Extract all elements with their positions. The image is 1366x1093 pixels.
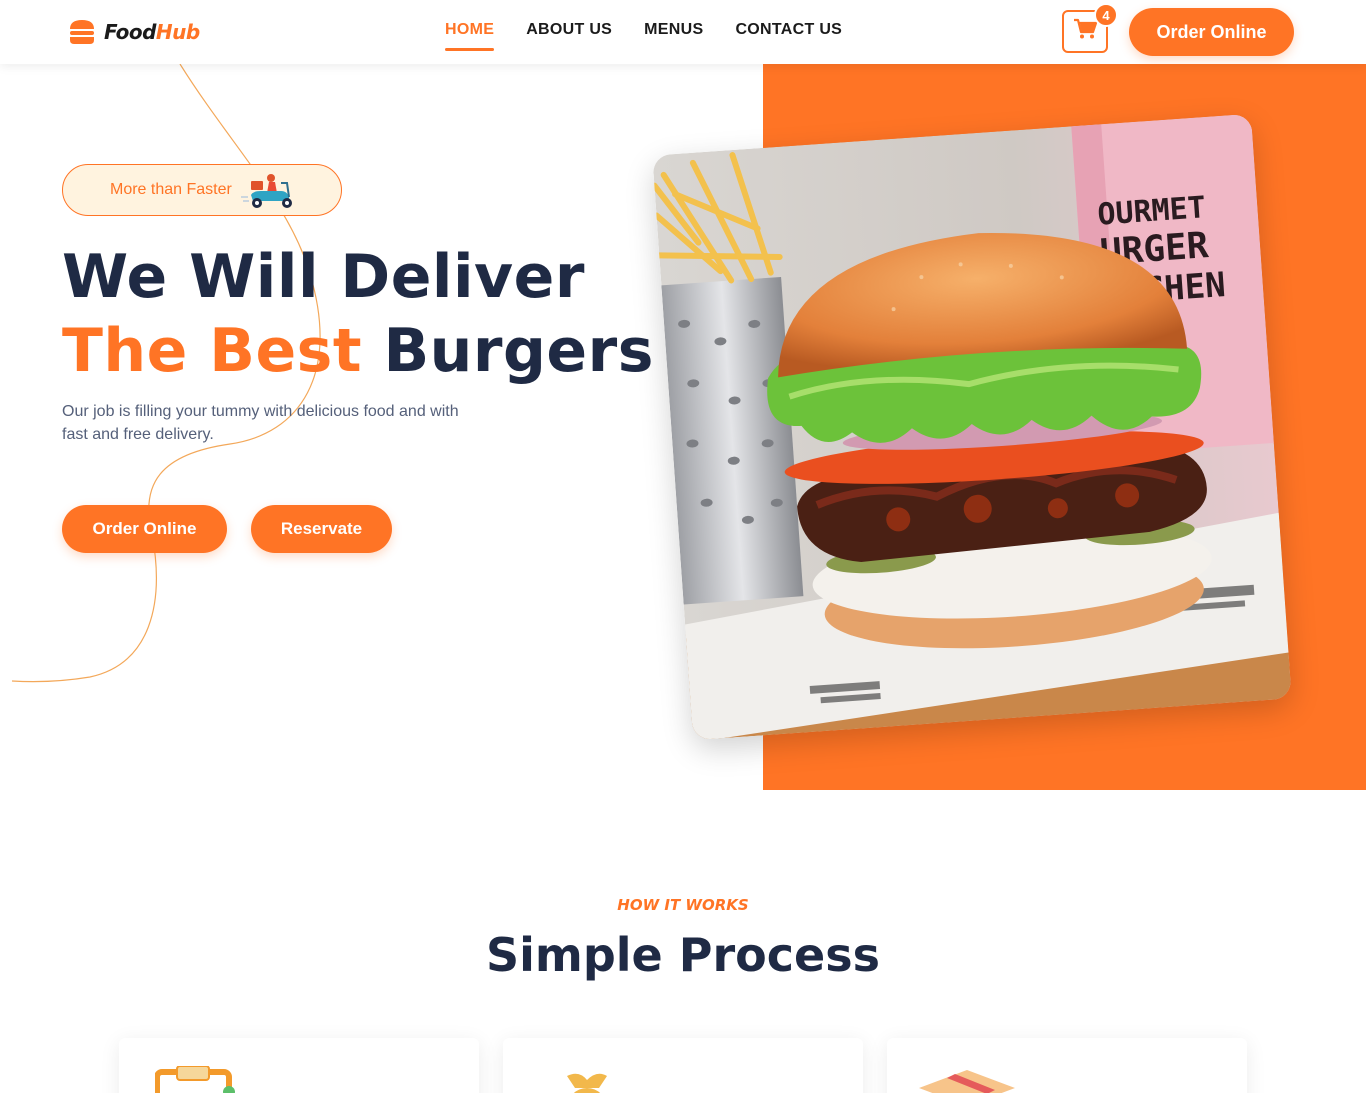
logo-text-part-2: Hub	[155, 20, 200, 44]
money-bag-icon	[557, 1068, 617, 1093]
process-card-2	[503, 1038, 863, 1093]
cart-button[interactable]: 4	[1062, 3, 1118, 53]
hero-reservate-button[interactable]: Reservate	[251, 505, 392, 553]
hero-burger-image: OURMET URGER ITCHEN	[652, 113, 1292, 741]
hero-title-line-2-rest: Burgers	[383, 316, 654, 386]
logo[interactable]: FoodHub	[68, 18, 200, 46]
cart-count-badge: 4	[1094, 3, 1118, 27]
hero-title: We Will Deliver The Best Burgers	[62, 240, 654, 388]
logo-text: FoodHub	[104, 20, 200, 44]
main-nav: HOME ABOUT US MENUS CONTACT US	[445, 21, 842, 51]
burger-icon	[68, 18, 96, 46]
section-eyebrow: HOW IT WORKS	[617, 896, 749, 914]
box-icon	[917, 1068, 1017, 1093]
nav-menus[interactable]: MENUS	[644, 21, 703, 39]
shopping-cart-icon	[1073, 18, 1098, 45]
site-header: FoodHub HOME ABOUT US MENUS CONTACT US 4…	[0, 0, 1366, 64]
delivery-scooter-icon	[241, 167, 301, 213]
clipboard-icon	[154, 1065, 245, 1093]
header-order-online-button[interactable]: Order Online	[1129, 8, 1294, 56]
hero-title-line-1: We Will Deliver	[62, 242, 585, 312]
process-card-1	[119, 1038, 479, 1093]
hero-subtitle: Our job is filling your tummy with delic…	[62, 403, 459, 443]
nav-home[interactable]: HOME	[445, 21, 495, 51]
hero-badge: More than Faster	[62, 164, 342, 216]
hero-badge-text: More than Faster	[110, 181, 232, 198]
hero-title-highlight: The Best	[62, 316, 363, 386]
process-card-3	[887, 1038, 1247, 1093]
nav-contact-us[interactable]: CONTACT US	[735, 21, 842, 39]
hero-order-online-button[interactable]: Order Online	[62, 505, 227, 553]
section-title: Simple Process	[486, 928, 880, 982]
nav-about-us[interactable]: ABOUT US	[526, 21, 612, 39]
logo-text-part-1: Food	[104, 20, 156, 44]
